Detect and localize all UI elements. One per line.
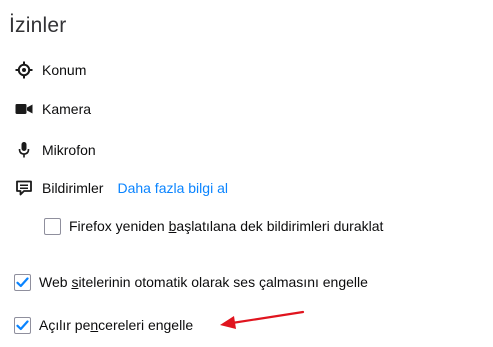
label-text: Açılır pe	[39, 317, 91, 333]
block-autoplay-option[interactable]: Web sitelerinin otomatik olarak ses çalm…	[14, 271, 368, 293]
learn-more-link[interactable]: Daha fazla bilgi al	[117, 180, 228, 196]
permission-label-location: Konum	[42, 62, 87, 78]
permission-label-camera: Kamera	[42, 101, 92, 117]
label-text: Firefox yeniden	[69, 218, 169, 234]
checkmark-icon	[16, 319, 29, 330]
block-popups-label[interactable]: Açılır pencereleri engelle	[39, 317, 193, 333]
pause-notifications-label[interactable]: Firefox yeniden başlatılana dek bildirim…	[69, 218, 383, 234]
permission-label-microphone: Mikrofon	[42, 142, 96, 158]
location-icon	[14, 60, 34, 80]
label-text: aşlatılana dek bildirimleri duraklat	[176, 218, 384, 234]
section-title: İzinler	[9, 14, 67, 37]
microphone-icon	[14, 140, 34, 160]
block-autoplay-checkbox[interactable]	[14, 273, 31, 291]
block-popups-option[interactable]: Açılır pencereleri engelle	[14, 314, 193, 336]
pause-notifications-checkbox[interactable]	[44, 217, 61, 235]
permission-row-location: Konum	[14, 59, 86, 81]
permission-row-notifications: Bildirimler Daha fazla bilgi al	[14, 177, 228, 199]
permission-row-camera: Kamera	[14, 98, 91, 120]
block-autoplay-label[interactable]: Web sitelerinin otomatik olarak ses çalm…	[39, 274, 368, 290]
label-text: Web	[39, 274, 72, 290]
permission-label-notifications: Bildirimler	[42, 180, 104, 196]
notification-icon	[14, 178, 34, 198]
checkmark-icon	[16, 276, 29, 287]
annotation-arrow-icon	[220, 310, 305, 329]
camera-icon	[14, 99, 34, 119]
label-text: itelerinin otomatik olarak ses çalmasını…	[78, 274, 368, 290]
label-text: cereleri engelle	[98, 317, 194, 333]
permission-row-microphone: Mikrofon	[14, 139, 96, 161]
accesskey: n	[90, 317, 99, 333]
pause-notifications-option[interactable]: Firefox yeniden başlatılana dek bildirim…	[44, 215, 383, 237]
block-popups-checkbox[interactable]	[14, 316, 31, 334]
